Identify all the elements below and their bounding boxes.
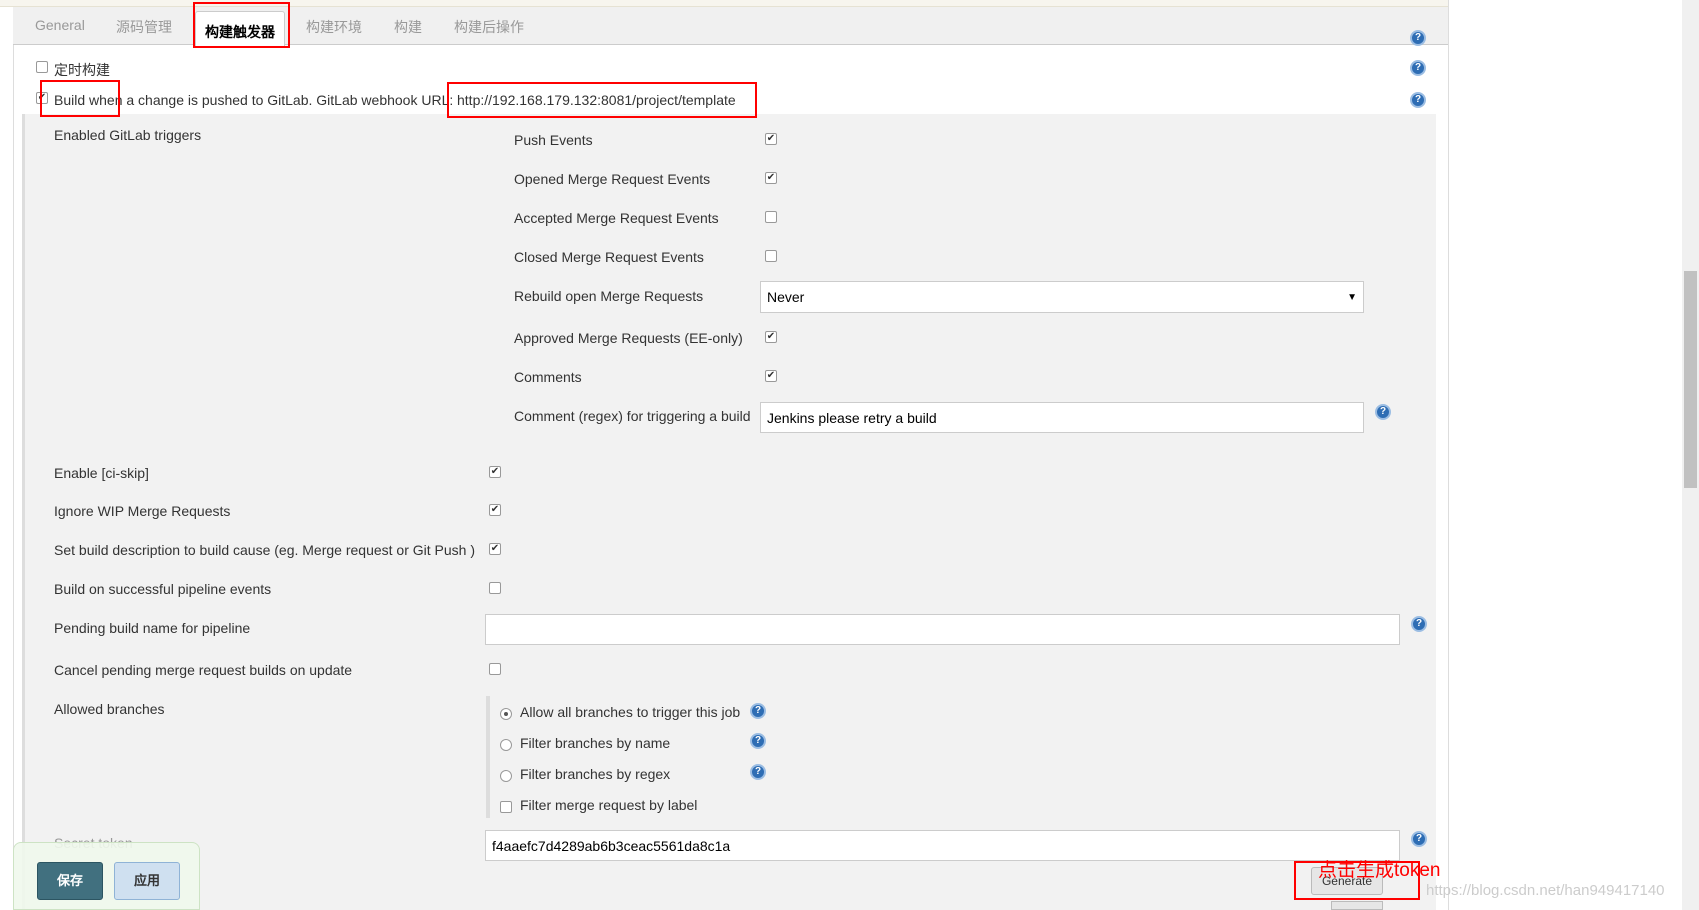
timed-build-label: 定时构建 — [54, 62, 110, 78]
tab-post-build[interactable]: 构建后操作 — [454, 17, 524, 37]
option-label: Set build description to build cause (eg… — [54, 542, 475, 558]
pending-build-input[interactable] — [485, 614, 1400, 645]
trigger-label: Closed Merge Request Events — [514, 249, 704, 265]
help-icon[interactable]: ? — [750, 703, 766, 719]
allowed-branches-label: Allowed branches — [54, 701, 165, 717]
radio-label: Filter branches by regex — [520, 766, 671, 782]
help-icon[interactable]: ? — [750, 764, 766, 780]
trigger-label: Push Events — [514, 132, 593, 148]
opened-mr-checkbox[interactable]: ✔ — [765, 172, 777, 184]
filter-label-checkbox[interactable] — [500, 801, 512, 813]
allow-all-radio[interactable] — [500, 708, 512, 720]
help-icon[interactable]: ? — [1410, 30, 1426, 46]
pipeline-events-checkbox[interactable] — [489, 582, 501, 594]
enabled-triggers-label: Enabled GitLab triggers — [54, 127, 202, 143]
ignore-wip-checkbox[interactable]: ✔ — [489, 504, 501, 516]
closed-mr-checkbox[interactable] — [765, 250, 777, 262]
tab-scm[interactable]: 源码管理 — [116, 17, 172, 37]
highlight-box — [193, 2, 290, 48]
tab-build[interactable]: 构建 — [394, 17, 422, 37]
branches-group-border — [486, 696, 490, 818]
save-button[interactable]: 保存 — [37, 862, 103, 900]
cancel-pending-checkbox[interactable] — [489, 663, 501, 675]
timed-build-checkbox[interactable] — [36, 61, 48, 73]
cancel-pending-label: Cancel pending merge request builds on u… — [54, 662, 353, 678]
approved-mr-checkbox[interactable]: ✔ — [765, 331, 777, 343]
apply-button[interactable]: 应用 — [114, 862, 180, 900]
push-events-checkbox[interactable]: ✔ — [765, 133, 777, 145]
help-icon[interactable]: ? — [750, 733, 766, 749]
secret-token-input[interactable]: f4aaefc7d4289ab6b3ceac5561da8c1a — [485, 830, 1400, 861]
comments-checkbox[interactable]: ✔ — [765, 370, 777, 382]
help-icon[interactable]: ? — [1411, 616, 1427, 632]
option-label: Build on successful pipeline events — [54, 581, 272, 597]
option-label: Enable [ci-skip] — [54, 465, 149, 481]
chevron-down-icon: ▼ — [1347, 291, 1357, 303]
rebuild-label: Rebuild open Merge Requests — [514, 288, 704, 304]
rebuild-select[interactable]: Never ▼ — [760, 281, 1364, 313]
tab-build-env[interactable]: 构建环境 — [306, 17, 362, 37]
gitlab-options-section — [22, 114, 1436, 910]
highlight-box — [40, 80, 120, 117]
tab-general[interactable]: General — [35, 17, 85, 33]
scrollbar-thumb[interactable] — [1684, 271, 1697, 488]
filter-label-label: Filter merge request by label — [520, 797, 698, 813]
ci-skip-checkbox[interactable]: ✔ — [489, 466, 501, 478]
option-label: Ignore WIP Merge Requests — [54, 503, 231, 519]
trigger-label: Opened Merge Request Events — [514, 171, 711, 187]
watermark: https://blog.csdn.net/han949417140 — [1426, 882, 1665, 899]
filter-name-radio[interactable] — [500, 739, 512, 751]
clear-button[interactable] — [1331, 901, 1383, 910]
build-description-checkbox[interactable]: ✔ — [489, 543, 501, 555]
trigger-label: Approved Merge Requests (EE-only) — [514, 330, 743, 346]
radio-label: Allow all branches to trigger this job — [520, 704, 741, 720]
trigger-label: Accepted Merge Request Events — [514, 210, 719, 226]
help-icon[interactable]: ? — [1410, 92, 1426, 108]
help-icon[interactable]: ? — [1411, 831, 1427, 847]
highlight-box — [1294, 861, 1420, 900]
filter-regex-radio[interactable] — [500, 770, 512, 782]
right-pane — [1448, 0, 1699, 910]
highlight-box — [447, 82, 757, 118]
pending-build-label: Pending build name for pipeline — [54, 620, 251, 636]
trigger-label: Comments — [514, 369, 582, 385]
help-icon[interactable]: ? — [1410, 60, 1426, 76]
comment-regex-label: Comment (regex) for triggering a build — [514, 408, 751, 424]
comment-regex-input[interactable]: Jenkins please retry a build — [760, 402, 1364, 433]
radio-label: Filter branches by name — [520, 735, 671, 751]
accepted-mr-checkbox[interactable] — [765, 211, 777, 223]
help-icon[interactable]: ? — [1375, 404, 1391, 420]
rebuild-value: Never — [767, 289, 805, 305]
